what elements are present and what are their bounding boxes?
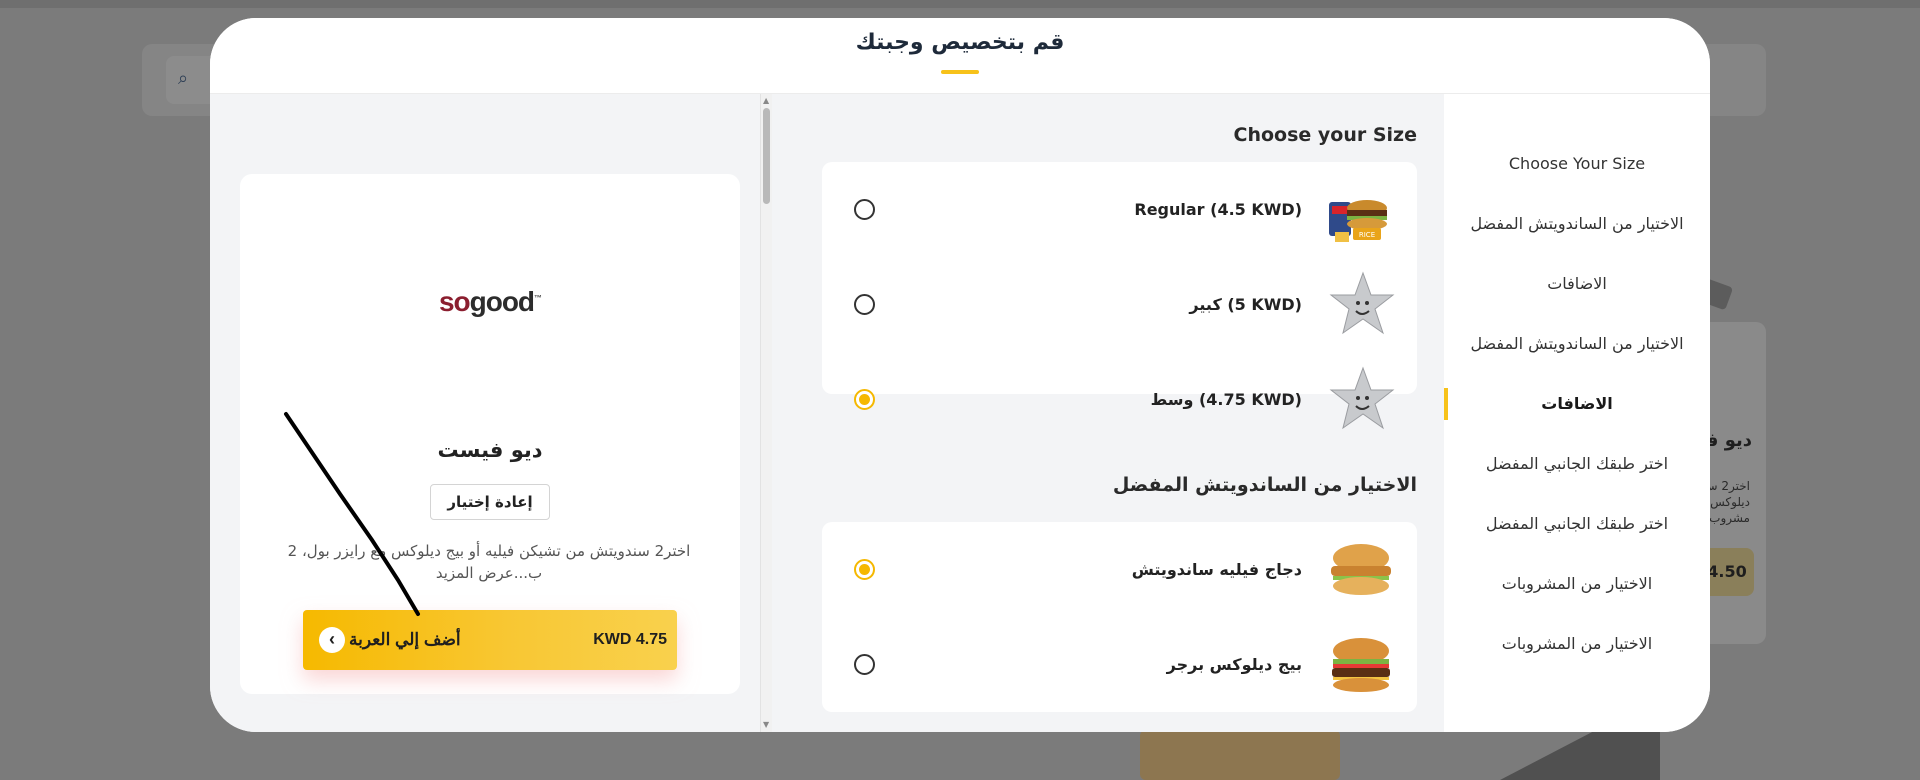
cart-price: KWD 4.75 <box>593 631 667 648</box>
size-option-radio[interactable] <box>854 199 875 220</box>
cart-label: أضف إلي العربة <box>349 630 461 649</box>
sandwich-options-card: دجاج فيليه ساندويتش بيج ديلوكس برجر <box>822 522 1417 712</box>
sandwich-option-label: دجاج فيليه ساندويتش <box>1131 560 1302 579</box>
product-name: ديو فيست <box>437 438 543 462</box>
size-option-radio[interactable] <box>854 389 875 410</box>
sandwich-option[interactable]: دجاج فيليه ساندويتش <box>822 522 1417 617</box>
size-options-card: RICE Regular (4.5 KWD) كبير (5 KWD) وسط … <box>822 162 1417 430</box>
section-title-size: Choose your Size <box>1233 124 1417 146</box>
scroll-up-icon[interactable]: ▲ <box>763 96 769 105</box>
sandwich-option[interactable]: بيج ديلوكس برجر <box>822 617 1417 712</box>
scroll-thumb[interactable] <box>763 108 770 204</box>
size-option[interactable]: كبير (5 KWD) <box>822 257 1417 352</box>
svg-text:RICE: RICE <box>1359 231 1375 239</box>
burger-image <box>1332 638 1390 692</box>
star-mascot-icon <box>1329 271 1395 335</box>
nav-item-sandwich-1[interactable]: الاختيار من الساندويتش المفضل <box>1444 204 1710 244</box>
nav-item-addons-1[interactable]: الاضافات <box>1444 264 1710 304</box>
nav-item-side-2[interactable]: اختر طبقك الجانبي المفضل <box>1444 504 1710 544</box>
scroll-down-icon[interactable]: ▼ <box>763 720 769 729</box>
size-option-label: كبير (5 KWD) <box>1189 295 1302 314</box>
summary-panel: sogood™ ديو فيست إعادة إختيار اختر2 سندو… <box>210 94 760 732</box>
chevron-left-icon: ‹ <box>319 627 345 653</box>
customize-meal-modal: قم بتخصيص وجبتك sogood™ ديو فيست إعادة إ… <box>210 18 1710 732</box>
product-description[interactable]: اختر2 سندويتش من تشيكن فيليه أو بيج ديلو… <box>264 540 714 584</box>
nav-item-sandwich-2[interactable]: الاختيار من الساندويتش المفضل <box>1444 324 1710 364</box>
search-icon: ⌕ <box>178 68 189 89</box>
background-topbar <box>0 0 1920 8</box>
modal-header: قم بتخصيص وجبتك <box>210 18 1710 94</box>
add-to-cart-button[interactable]: KWD 4.75 أضف إلي العربة ‹ <box>303 610 677 670</box>
nav-item-drinks-2[interactable]: الاختيار من المشروبات <box>1444 624 1710 664</box>
step-nav: Choose Your Size الاختيار من الساندويتش … <box>1444 94 1710 732</box>
modal-title: قم بتخصيص وجبتك <box>855 30 1065 55</box>
size-option[interactable]: وسط (4.75 KWD) <box>822 352 1417 447</box>
reselect-button[interactable]: إعادة إختيار <box>430 484 550 520</box>
nav-item-addons-2[interactable]: الاضافات <box>1444 384 1710 424</box>
size-option-label: Regular (4.5 KWD) <box>1134 200 1302 219</box>
meal-combo-image: RICE <box>1329 200 1387 242</box>
modal-body: sogood™ ديو فيست إعادة إختيار اختر2 سندو… <box>210 94 1710 732</box>
summary-card: sogood™ ديو فيست إعادة إختيار اختر2 سندو… <box>240 174 740 694</box>
nav-item-size[interactable]: Choose Your Size <box>1444 144 1710 184</box>
section-title-sandwich: الاختيار من الساندويتش المفضل <box>1112 474 1417 496</box>
nav-item-drinks-1[interactable]: الاختيار من المشروبات <box>1444 564 1710 604</box>
background-food-image <box>1140 730 1340 780</box>
title-underline <box>941 70 979 74</box>
nav-item-side-1[interactable]: اختر طبقك الجانبي المفضل <box>1444 444 1710 484</box>
brand-logo: sogood™ <box>438 286 542 317</box>
scrollbar[interactable]: ▲ ▼ <box>760 94 772 732</box>
chicken-sandwich-image <box>1331 544 1391 595</box>
sandwich-option-label: بيج ديلوكس برجر <box>1166 655 1302 674</box>
options-panel: Choose your Size RICE Regular (4.5 KWD) … <box>772 94 1444 732</box>
size-option-radio[interactable] <box>854 294 875 315</box>
sandwich-option-radio[interactable] <box>854 654 875 675</box>
sandwich-option-radio[interactable] <box>854 559 875 580</box>
star-mascot-icon <box>1329 366 1395 430</box>
size-option-label: وسط (4.75 KWD) <box>1150 390 1302 409</box>
background-shape <box>1500 730 1660 780</box>
size-option[interactable]: RICE Regular (4.5 KWD) <box>822 162 1417 257</box>
